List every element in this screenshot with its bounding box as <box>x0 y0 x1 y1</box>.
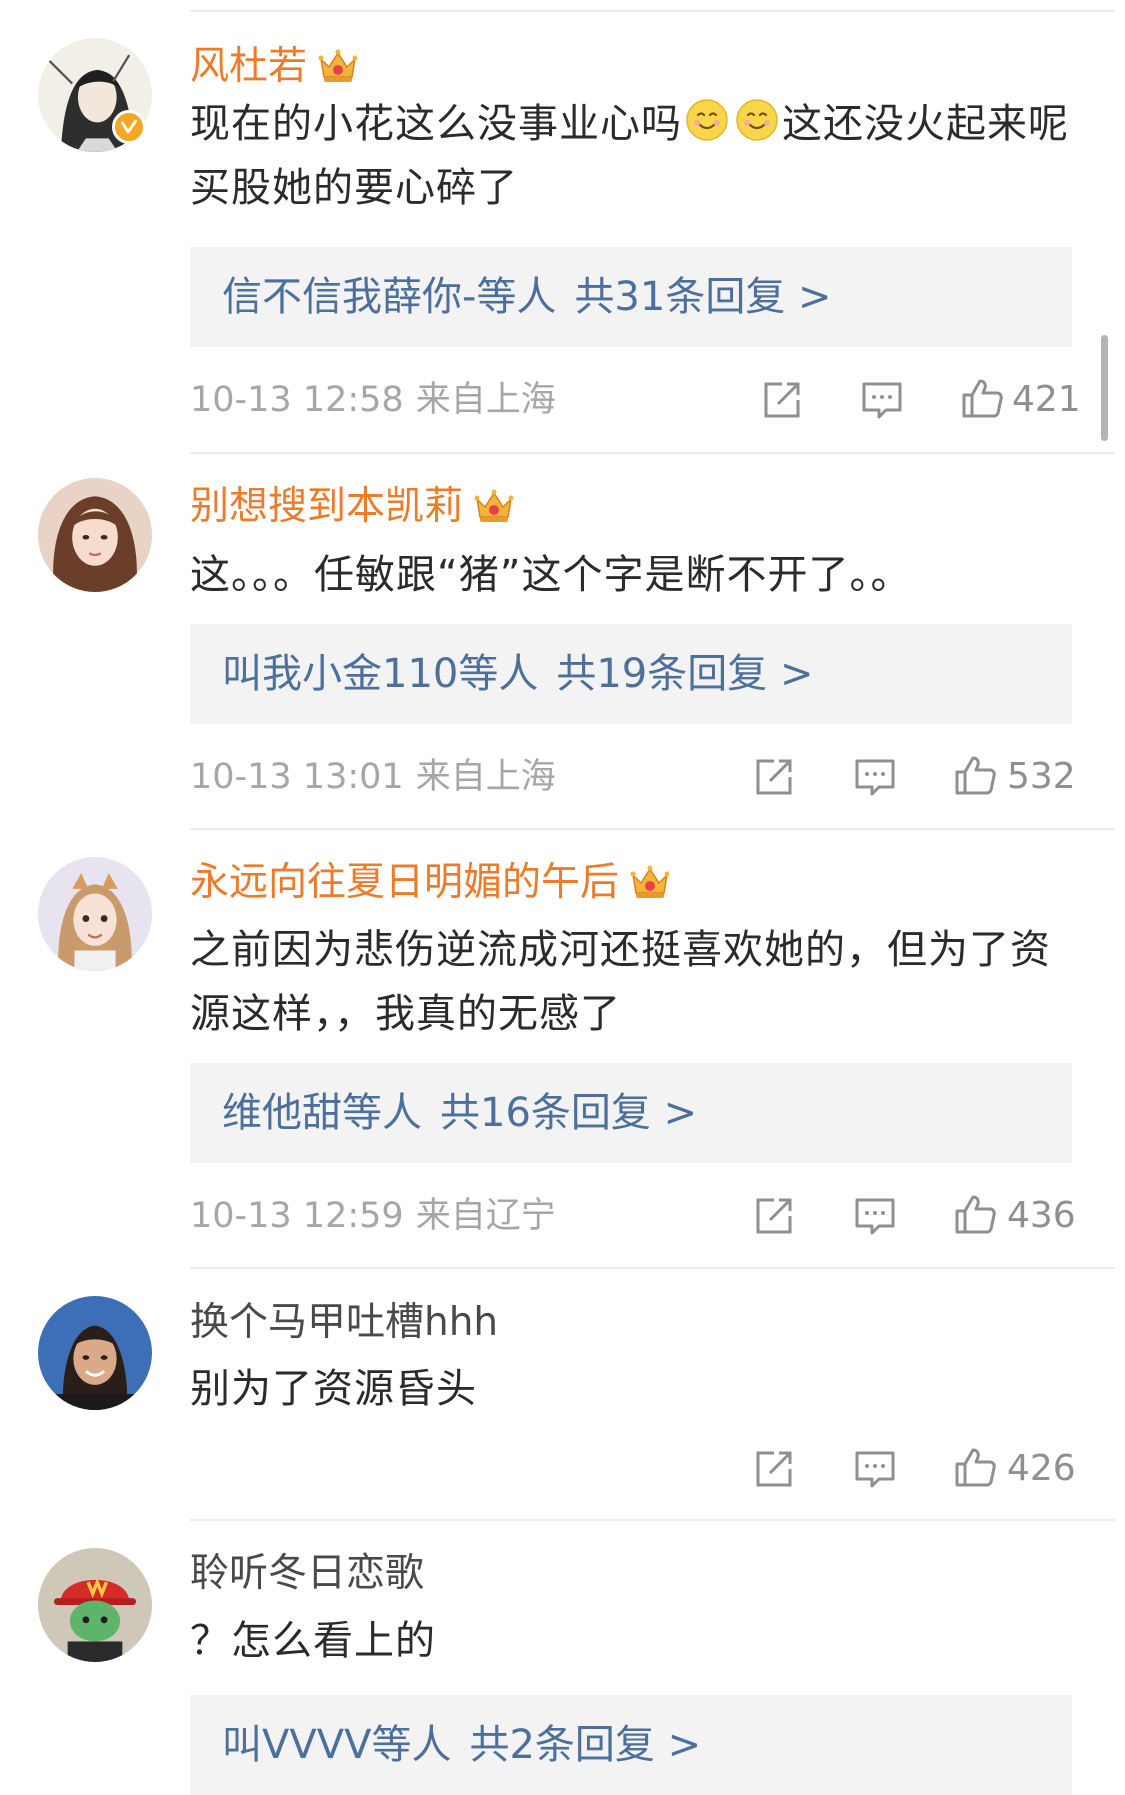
crown-badge-icon <box>473 485 515 525</box>
username-text[interactable]: 风杜若 <box>190 44 307 89</box>
share-icon[interactable] <box>752 1194 796 1238</box>
reply-count-link[interactable]: 共2条回复 > <box>469 1722 701 1768</box>
comment-icon[interactable] <box>853 1194 897 1238</box>
like-count: 421 <box>1012 379 1081 420</box>
comment-text: 这。。。任敏跟“猪”这个字是断不开了。。 <box>190 552 912 598</box>
crown-badge-icon <box>317 45 359 85</box>
comment-meta: 10-13 13:01 来自上海 <box>190 752 556 802</box>
comment-meta: 10-13 12:58 来自上海 <box>190 375 556 425</box>
location: 来自辽宁 <box>415 1196 556 1236</box>
like-count: 532 <box>1007 756 1076 797</box>
thumbs-up-icon[interactable] <box>953 1445 997 1489</box>
thumbs-up-icon[interactable] <box>953 1192 997 1236</box>
replies-preview[interactable]: 叫我小金110等人 共19条回复 > <box>190 624 1072 724</box>
comment-divider <box>190 1519 1115 1521</box>
like-count: 436 <box>1007 1195 1076 1236</box>
reply-author[interactable]: 叫VVVV <box>222 1722 371 1768</box>
reply-count-link[interactable]: 共19条回复 > <box>556 651 813 697</box>
username[interactable]: 风杜若 <box>190 42 359 92</box>
avatar[interactable] <box>38 857 152 971</box>
share-icon[interactable] <box>760 378 804 422</box>
replies-preview[interactable]: 信不信我薛你-等人 共31条回复 > <box>190 247 1072 347</box>
reply-others: 等人 <box>458 651 539 697</box>
username-text[interactable]: 别想搜到本凯莉 <box>190 484 463 529</box>
username[interactable]: 聆听冬日恋歌 <box>190 1549 424 1599</box>
reply-author[interactable]: 信不信我薛你- <box>222 274 476 320</box>
reply-author[interactable]: 叫我小金110 <box>222 651 458 697</box>
share-icon[interactable] <box>752 1447 796 1491</box>
reply-count-link[interactable]: 共16条回复 > <box>440 1090 697 1136</box>
smiling-face-emoji <box>684 97 730 143</box>
verified-v-icon <box>112 110 146 144</box>
comment-text: 现在的小花这么没事业心吗 这还没火起来呢 买股她的要心碎了 <box>190 92 1070 220</box>
avatar[interactable] <box>38 1296 152 1410</box>
username[interactable]: 换个马甲吐槽hhh <box>190 1298 498 1348</box>
timestamp: 10-13 13:01 <box>190 757 404 797</box>
crown-badge-icon <box>629 861 671 901</box>
timestamp: 10-13 12:59 <box>190 1196 404 1236</box>
reply-others: 等人 <box>342 1090 422 1136</box>
comment-icon[interactable] <box>860 378 904 422</box>
avatar[interactable] <box>38 478 152 592</box>
comment-meta: 10-13 12:59 来自辽宁 <box>190 1191 556 1241</box>
username[interactable]: 别想搜到本凯莉 <box>190 482 515 532</box>
reply-author[interactable]: 维他甜 <box>222 1090 342 1136</box>
timestamp: 10-13 12:58 <box>190 380 404 420</box>
comment-text: ？怎么看上的 <box>190 1618 436 1664</box>
reply-others: 等人 <box>476 274 557 320</box>
smiling-face-emoji <box>734 97 780 143</box>
location: 来自上海 <box>415 757 556 797</box>
comment-text: 别为了资源昏头 <box>190 1366 477 1412</box>
like-count: 426 <box>1007 1448 1076 1489</box>
comment-divider <box>190 452 1115 454</box>
replies-preview[interactable]: 维他甜等人 共16条回复 > <box>190 1063 1072 1163</box>
share-icon[interactable] <box>752 755 796 799</box>
thumbs-up-icon[interactable] <box>960 376 1004 420</box>
comment-icon[interactable] <box>853 1447 897 1491</box>
comment-icon[interactable] <box>853 755 897 799</box>
scrollbar[interactable] <box>1101 335 1108 441</box>
reply-count-link[interactable]: 共31条回复 > <box>574 274 831 320</box>
comment-text: 之前因为悲伤逆流成河还挺喜欢她的，但为了资源这样，，我真的无感了 <box>190 927 1051 1037</box>
thumbs-up-icon[interactable] <box>953 753 997 797</box>
reply-others: 等人 <box>371 1722 452 1768</box>
username[interactable]: 永远向往夏日明媚的午后 <box>190 858 671 908</box>
replies-preview[interactable]: 叫VVVV等人 共2条回复 > <box>190 1695 1072 1795</box>
comment-divider <box>190 1267 1115 1269</box>
avatar[interactable] <box>38 1548 152 1662</box>
comment-divider <box>190 828 1115 830</box>
top-divider <box>190 10 1115 12</box>
location: 来自上海 <box>415 380 556 420</box>
username-text[interactable]: 永远向往夏日明媚的午后 <box>190 860 619 905</box>
comment-text-part: 现在的小花这么没事业心吗 <box>190 101 682 147</box>
